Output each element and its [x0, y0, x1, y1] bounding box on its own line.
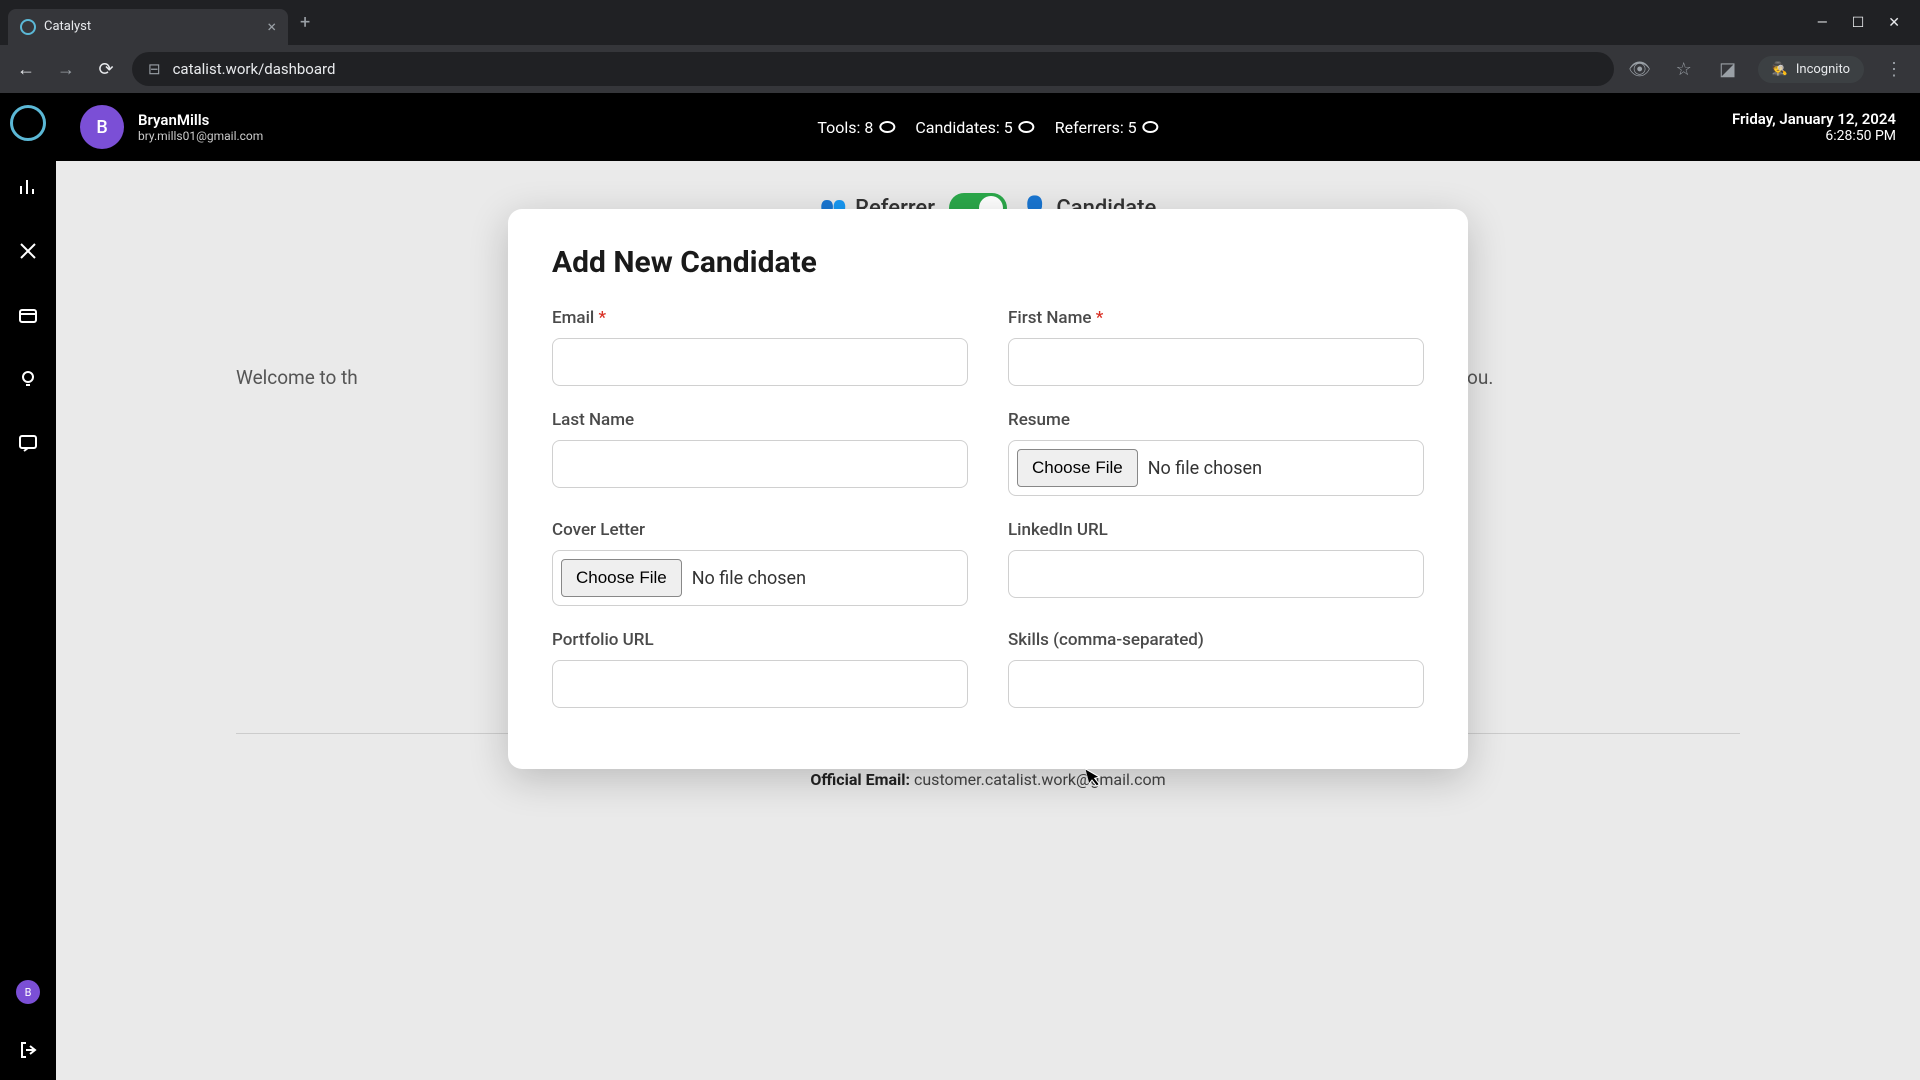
coverletter-field-group: Cover Letter Choose File No file chosen — [552, 520, 968, 606]
close-window-icon[interactable]: ✕ — [1888, 15, 1900, 31]
user-name: BryanMills — [138, 111, 263, 129]
url-input[interactable]: ⊟ catalist.work/dashboard — [132, 52, 1614, 86]
coverletter-choose-button[interactable]: Choose File — [561, 559, 682, 597]
incognito-icon: 🕵 — [1772, 62, 1788, 77]
sidebar: B — [0, 93, 56, 1080]
header-date: Friday, January 12, 2024 — [1732, 110, 1896, 128]
tools-icon[interactable] — [10, 233, 46, 269]
portfolio-field-group: Portfolio URL — [552, 630, 968, 708]
lightbulb-icon[interactable] — [10, 361, 46, 397]
app-container: B B BryanMills bry.mills01@gmail.com Too… — [0, 93, 1920, 1080]
resume-file-input[interactable]: Choose File No file chosen — [1008, 440, 1424, 496]
tab-title: Catalyst — [44, 19, 259, 34]
browser-tab-bar: Catalyst × + — ☐ ✕ — [0, 0, 1920, 45]
footer-label: Official Email: — [810, 770, 910, 789]
skills-label: Skills (comma-separated) — [1008, 630, 1424, 650]
firstname-input[interactable] — [1008, 338, 1424, 386]
page-content: 👥 Referrer 👤 Candidate Welcome to th xxx… — [56, 161, 1920, 1080]
resume-file-status: No file chosen — [1148, 458, 1262, 479]
user-email: bry.mills01@gmail.com — [138, 129, 263, 143]
header-stats: Tools: 8 Candidates: 5 Referrers: 5 — [817, 118, 1158, 137]
datetime: Friday, January 12, 2024 6:28:50 PM — [1732, 110, 1896, 144]
linkedin-field-group: LinkedIn URL — [1008, 520, 1424, 606]
email-field-group: Email * — [552, 308, 968, 386]
user-avatar: B — [80, 105, 124, 149]
header-time: 6:28:50 PM — [1732, 128, 1896, 144]
site-favicon-icon — [20, 19, 36, 35]
modal-title: Add New Candidate — [552, 245, 1424, 280]
bookmark-icon[interactable]: ☆ — [1670, 59, 1698, 80]
close-tab-icon[interactable]: × — [267, 17, 276, 36]
menu-icon[interactable]: ⋮ — [1880, 59, 1908, 80]
skills-field-group: Skills (comma-separated) — [1008, 630, 1424, 708]
modal-overlay: Add New Candidate Email * — [56, 161, 1920, 1080]
site-settings-icon[interactable]: ⊟ — [148, 60, 161, 78]
stat-referrers: Referrers: 5 — [1055, 118, 1159, 137]
side-panel-icon[interactable]: ◪ — [1714, 59, 1742, 80]
incognito-label: Incognito — [1796, 62, 1850, 77]
url-text: catalist.work/dashboard — [173, 60, 336, 78]
minimize-icon[interactable]: — — [1817, 15, 1828, 31]
incognito-badge[interactable]: 🕵 Incognito — [1758, 56, 1864, 83]
resume-label: Resume — [1008, 410, 1424, 430]
wallet-icon[interactable] — [10, 297, 46, 333]
email-label: Email * — [552, 308, 968, 328]
stat-candidates: Candidates: 5 — [915, 118, 1034, 137]
firstname-label: First Name * — [1008, 308, 1424, 328]
browser-tab[interactable]: Catalyst × — [8, 9, 288, 45]
reload-icon[interactable]: ⟳ — [92, 59, 120, 80]
stat-tools: Tools: 8 — [817, 118, 895, 137]
user-block[interactable]: B BryanMills bry.mills01@gmail.com — [80, 105, 263, 149]
new-tab-button[interactable]: + — [300, 12, 310, 33]
coin-icon — [1143, 121, 1159, 133]
coin-icon — [1019, 121, 1035, 133]
email-input[interactable] — [552, 338, 968, 386]
linkedin-input[interactable] — [1008, 550, 1424, 598]
maximize-icon[interactable]: ☐ — [1852, 15, 1865, 31]
chat-icon[interactable] — [10, 425, 46, 461]
skills-input[interactable] — [1008, 660, 1424, 708]
app-logo-icon[interactable] — [10, 105, 46, 141]
dashboard-icon[interactable] — [10, 169, 46, 205]
sidebar-avatar[interactable]: B — [16, 980, 40, 1004]
add-candidate-modal: Add New Candidate Email * — [508, 209, 1468, 769]
main-content: B BryanMills bry.mills01@gmail.com Tools… — [56, 93, 1920, 1080]
lastname-field-group: Last Name — [552, 410, 968, 496]
portfolio-label: Portfolio URL — [552, 630, 968, 650]
logout-icon[interactable] — [10, 1032, 46, 1068]
coverletter-label: Cover Letter — [552, 520, 968, 540]
portfolio-input[interactable] — [552, 660, 968, 708]
back-icon[interactable]: ← — [12, 59, 40, 80]
coin-icon — [879, 121, 895, 133]
linkedin-label: LinkedIn URL — [1008, 520, 1424, 540]
footer-email: customer.catalist.work@gmail.com — [914, 770, 1166, 789]
resume-field-group: Resume Choose File No file chosen — [1008, 410, 1424, 496]
forward-icon[interactable]: → — [52, 59, 80, 80]
firstname-field-group: First Name * — [1008, 308, 1424, 386]
lastname-label: Last Name — [552, 410, 968, 430]
lastname-input[interactable] — [552, 440, 968, 488]
app-header: B BryanMills bry.mills01@gmail.com Tools… — [56, 93, 1920, 161]
eye-off-icon[interactable]: 👁 — [1626, 59, 1654, 80]
coverletter-file-input[interactable]: Choose File No file chosen — [552, 550, 968, 606]
resume-choose-button[interactable]: Choose File — [1017, 449, 1138, 487]
address-bar: ← → ⟳ ⊟ catalist.work/dashboard 👁 ☆ ◪ 🕵 … — [0, 45, 1920, 93]
coverletter-file-status: No file chosen — [692, 568, 806, 589]
window-controls: — ☐ ✕ — [1817, 15, 1912, 31]
